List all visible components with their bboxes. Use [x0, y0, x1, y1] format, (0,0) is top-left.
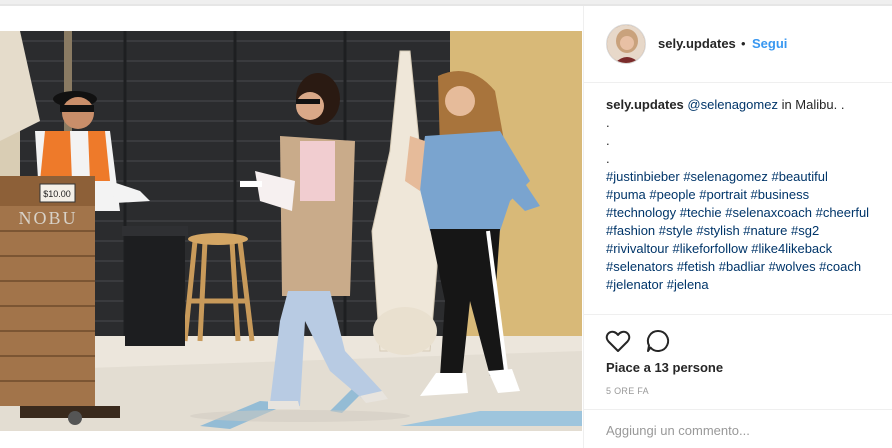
instagram-post-page: $10.00 NOBU sely.updates • Segui sely.up…: [0, 0, 892, 448]
likes-prefix: Piace a: [606, 360, 655, 375]
post-sidebar: sely.updates • Segui sely.updates @selen…: [583, 6, 892, 448]
caption-first-line: sely.updates @selenagomez in Malibu. .: [606, 96, 888, 114]
photo-illustration: $10.00 NOBU: [0, 31, 582, 431]
post-caption: sely.updates @selenagomez in Malibu. . .…: [606, 96, 888, 294]
like-button[interactable]: [604, 327, 632, 355]
comment-box: [584, 409, 892, 448]
avatar-image: [607, 25, 645, 63]
caption-hashtags[interactable]: #jelenator #jelena: [606, 276, 888, 294]
caption-dot: .: [606, 115, 610, 130]
post-card: $10.00 NOBU sely.updates • Segui sely.up…: [0, 5, 892, 448]
comment-input[interactable]: [606, 420, 876, 440]
post-header: sely.updates • Segui: [584, 6, 892, 83]
caption-mention[interactable]: @selenagomez: [687, 97, 778, 112]
photo-sign-name: NOBU: [18, 208, 77, 228]
caption-hashtags[interactable]: #fashion #style #stylish #nature #sg2: [606, 222, 888, 240]
caption-text: in Malibu. .: [777, 97, 845, 112]
likes-summary: Piace a 13 persone: [606, 360, 723, 375]
heart-icon: [605, 330, 631, 352]
comment-button[interactable]: [644, 327, 672, 355]
post-timestamp[interactable]: 5 ORE FA: [606, 386, 649, 396]
caption-dot: .: [606, 151, 610, 166]
follow-button[interactable]: Segui: [752, 36, 787, 51]
caption-username[interactable]: sely.updates: [606, 97, 684, 112]
post-photo[interactable]: $10.00 NOBU: [0, 31, 582, 431]
caption-hashtags[interactable]: #selenators #fetish #badliar #wolves #co…: [606, 258, 888, 276]
caption-dot: .: [606, 133, 610, 148]
post-actions: Piace a 13 persone 5 ORE FA: [584, 314, 892, 448]
likes-count[interactable]: 13 persone: [654, 360, 723, 375]
photo-sign-price: $10.00: [43, 189, 71, 199]
caption-hashtags[interactable]: #justinbieber #selenagomez #beautiful: [606, 168, 888, 186]
header-separator: •: [741, 36, 746, 51]
speech-bubble-icon: [646, 329, 670, 352]
username-link[interactable]: sely.updates: [658, 36, 736, 51]
caption-hashtags[interactable]: #technology #techie #selenaxcoach #cheer…: [606, 204, 888, 222]
caption-hashtags[interactable]: #puma #people #portrait #business: [606, 186, 888, 204]
caption-hashtags[interactable]: #rivivaltour #likeforfollow #like4likeba…: [606, 240, 888, 258]
avatar[interactable]: [606, 24, 646, 64]
